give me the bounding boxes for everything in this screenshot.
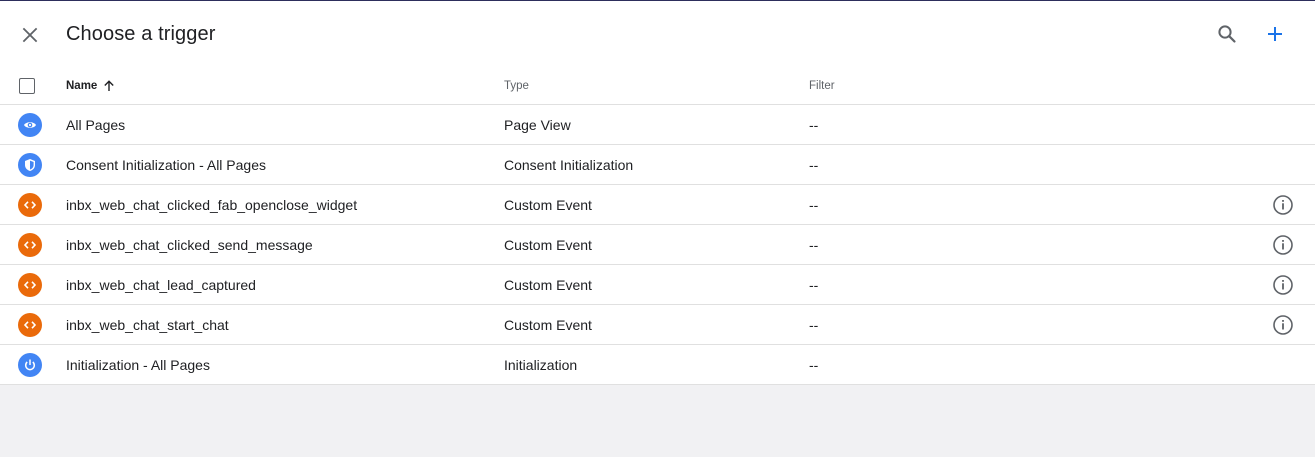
close-button[interactable] bbox=[14, 19, 46, 51]
trigger-name: inbx_web_chat_start_chat bbox=[66, 316, 229, 333]
trigger-type: Consent Initialization bbox=[504, 156, 634, 173]
trigger-filter: -- bbox=[809, 356, 819, 373]
table-row[interactable]: inbx_web_chat_clicked_fab_openclose_widg… bbox=[0, 185, 1315, 225]
column-header-filter: Filter bbox=[809, 79, 835, 92]
info-icon[interactable] bbox=[1271, 273, 1295, 297]
column-header-type[interactable]: Type bbox=[504, 67, 529, 104]
trigger-picker-panel: Choose a trigger Name Type Filter All Pa… bbox=[0, 0, 1315, 385]
table-row[interactable]: inbx_web_chat_lead_captured Custom Event -… bbox=[0, 265, 1315, 305]
table-header-row: Name Type Filter bbox=[0, 67, 1315, 105]
trigger-type: Page View bbox=[504, 116, 571, 133]
search-button[interactable] bbox=[1211, 18, 1243, 50]
add-trigger-button[interactable] bbox=[1259, 18, 1291, 50]
trigger-filter: -- bbox=[809, 156, 819, 173]
table-row[interactable]: inbx_web_chat_clicked_send_message Custom… bbox=[0, 225, 1315, 265]
panel-header: Choose a trigger bbox=[0, 1, 1315, 67]
trigger-name: inbx_web_chat_clicked_send_message bbox=[66, 236, 313, 253]
code-icon bbox=[18, 193, 42, 217]
info-icon[interactable] bbox=[1271, 233, 1295, 257]
trigger-type: Custom Event bbox=[504, 276, 592, 293]
select-all-checkbox[interactable] bbox=[19, 77, 35, 94]
trigger-filter: -- bbox=[809, 116, 819, 133]
trigger-table: Name Type Filter All Pages Page View -- Con… bbox=[0, 67, 1315, 385]
plus-icon bbox=[1268, 27, 1282, 41]
trigger-filter: -- bbox=[809, 316, 819, 333]
code-icon bbox=[18, 233, 42, 257]
table-row[interactable]: Consent Initialization - All Pages Consen… bbox=[0, 145, 1315, 185]
arrow-up-icon bbox=[103, 79, 115, 92]
shield-icon bbox=[18, 153, 42, 177]
trigger-name: inbx_web_chat_lead_captured bbox=[66, 276, 256, 293]
column-header-name[interactable]: Name bbox=[66, 67, 115, 104]
page-title: Choose a trigger bbox=[66, 23, 216, 45]
search-icon bbox=[1218, 25, 1236, 43]
trigger-action-cell bbox=[1271, 265, 1295, 304]
table-row[interactable]: All Pages Page View -- bbox=[0, 105, 1315, 145]
table-row[interactable]: Initialization - All Pages Initialization… bbox=[0, 345, 1315, 385]
eye-icon bbox=[18, 113, 42, 137]
trigger-filter: -- bbox=[809, 196, 819, 213]
trigger-type: Initialization bbox=[504, 356, 578, 373]
trigger-type: Custom Event bbox=[504, 236, 592, 253]
power-icon bbox=[18, 353, 42, 377]
trigger-name: Consent Initialization - All Pages bbox=[66, 156, 266, 173]
trigger-type: Custom Event bbox=[504, 316, 592, 333]
trigger-name: All Pages bbox=[66, 116, 126, 133]
trigger-action-cell bbox=[1271, 305, 1295, 344]
code-icon bbox=[18, 273, 42, 297]
trigger-filter: -- bbox=[809, 236, 819, 253]
trigger-filter: -- bbox=[809, 276, 819, 293]
code-icon bbox=[18, 313, 42, 337]
trigger-name: inbx_web_chat_clicked_fab_openclose_widg… bbox=[66, 196, 358, 213]
trigger-action-cell bbox=[1271, 225, 1295, 264]
close-icon bbox=[22, 27, 38, 43]
select-all-cell bbox=[19, 67, 41, 104]
info-icon[interactable] bbox=[1271, 193, 1295, 217]
trigger-type: Custom Event bbox=[504, 196, 592, 213]
table-row[interactable]: inbx_web_chat_start_chat Custom Event -- bbox=[0, 305, 1315, 345]
trigger-action-cell bbox=[1271, 185, 1295, 224]
info-icon[interactable] bbox=[1271, 313, 1295, 337]
column-header-name-label: Name bbox=[66, 79, 98, 92]
trigger-name: Initialization - All Pages bbox=[66, 356, 210, 373]
